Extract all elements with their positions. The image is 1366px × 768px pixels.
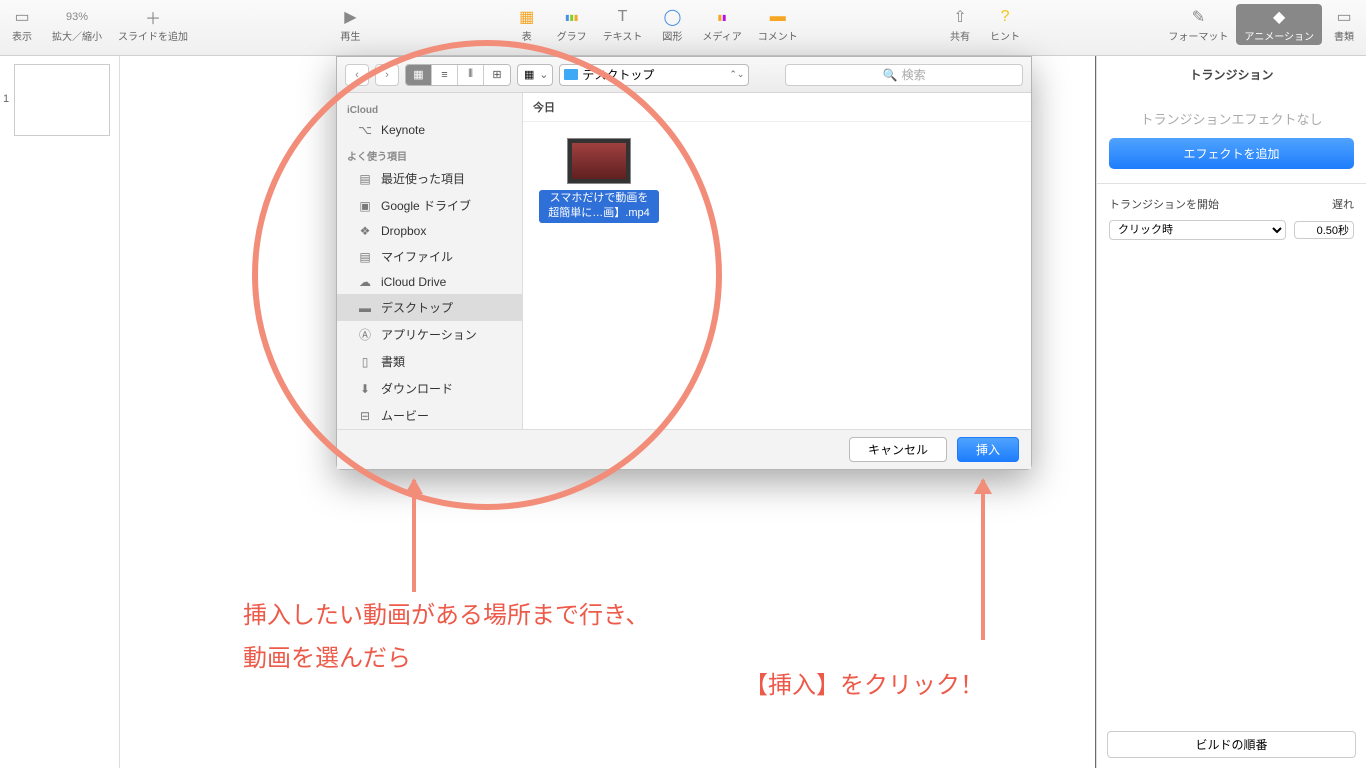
zoom-button[interactable]: 93%拡大／縮小 (44, 4, 110, 45)
group-by-select[interactable]: ▦ (517, 64, 553, 86)
files-icon: ▤ (357, 250, 373, 264)
sidebar-item-gdrive[interactable]: ▣Google ドライブ (337, 192, 522, 219)
search-input[interactable]: 🔍 検索 (785, 64, 1023, 86)
dialog-toolbar: ‹ › ▦ ≡ ⦀ ⊞ ▦ デスクトップ 🔍 検索 (337, 57, 1031, 93)
insert-button[interactable]: 挿入 (957, 437, 1019, 462)
app-toolbar: ▭表示 93%拡大／縮小 ＋スライドを追加 ▶再生 ▦表 ▮▮▮グラフ Tテキス… (0, 0, 1366, 56)
folder-icon: ▣ (357, 199, 373, 213)
slide-thumbnail[interactable]: 1 (14, 64, 110, 136)
file-item[interactable]: スマホだけで動画を超簡単に…画】.mp4 (539, 138, 659, 223)
document-button[interactable]: ▭書類 (1322, 4, 1366, 45)
recent-icon: ▤ (357, 172, 373, 186)
search-icon: 🔍 (883, 68, 898, 82)
animation-button[interactable]: ◆アニメーション (1236, 4, 1322, 45)
gallery-view-icon[interactable]: ⊞ (484, 65, 510, 85)
build-order-button[interactable]: ビルドの順番 (1107, 731, 1356, 758)
inspector-panel: トランジション トランジションエフェクトなし エフェクトを追加 トランジションを… (1096, 56, 1366, 768)
list-view-icon[interactable]: ≡ (432, 65, 458, 85)
transition-none-label: トランジションエフェクトなし (1097, 93, 1366, 138)
sidebar-item-docs[interactable]: ▯書類 (337, 348, 522, 375)
add-effect-button[interactable]: エフェクトを追加 (1109, 138, 1354, 169)
shape-button[interactable]: ◯図形 (650, 4, 694, 45)
inspector-title: トランジション (1097, 56, 1366, 93)
text-button[interactable]: Tテキスト (595, 4, 651, 45)
grid-icon: ▦ (524, 68, 534, 81)
hint-button[interactable]: ?ヒント (982, 4, 1028, 45)
annotation-text: 挿入したい動画がある場所まで行き、 動画を選んだら (243, 594, 649, 680)
nav-forward-button[interactable]: › (375, 64, 399, 86)
folder-icon (564, 69, 578, 80)
share-button[interactable]: ⇧共有 (938, 4, 982, 45)
slide-navigator[interactable]: 1 (0, 56, 120, 768)
start-transition-select[interactable]: クリック時 (1109, 220, 1286, 240)
sidebar-item-desktop[interactable]: ▬デスクトップ (337, 294, 522, 321)
delay-label: 遅れ (1332, 196, 1354, 212)
dropbox-icon: ❖ (357, 224, 373, 238)
nav-back-button[interactable]: ‹ (345, 64, 369, 86)
annotation-arrow (981, 480, 985, 640)
dialog-content: 今日 スマホだけで動画を超簡単に…画】.mp4 (523, 93, 1031, 429)
column-view-icon[interactable]: ⦀ (458, 65, 484, 85)
dialog-sidebar: iCloud ⌥Keynote よく使う項目 ▤最近使った項目 ▣Google … (337, 93, 523, 429)
sidebar-item-apps[interactable]: Ⓐアプリケーション (337, 321, 522, 348)
sidebar-item-iclouddrive[interactable]: ☁iCloud Drive (337, 270, 522, 294)
file-name-label: スマホだけで動画を超簡単に…画】.mp4 (539, 190, 659, 223)
dialog-footer: キャンセル 挿入 (337, 429, 1031, 469)
section-today: 今日 (523, 93, 1031, 122)
docs-icon: ▯ (357, 355, 373, 369)
slide-number: 1 (3, 93, 9, 105)
sidebar-item-movies[interactable]: ⊟ムービー (337, 402, 522, 429)
media-button[interactable]: ▮▮メディア (694, 4, 749, 45)
cancel-button[interactable]: キャンセル (849, 437, 947, 462)
keynote-icon: ⌥ (357, 123, 373, 137)
downloads-icon: ⬇ (357, 382, 373, 396)
video-thumbnail (567, 138, 631, 184)
icon-view-icon[interactable]: ▦ (406, 65, 432, 85)
delay-input[interactable] (1294, 221, 1354, 239)
chart-button[interactable]: ▮▮▮グラフ (549, 4, 595, 45)
sidebar-item-recent[interactable]: ▤最近使った項目 (337, 165, 522, 192)
view-mode-segment[interactable]: ▦ ≡ ⦀ ⊞ (405, 64, 511, 86)
add-slide-button[interactable]: ＋スライドを追加 (110, 4, 196, 45)
location-select[interactable]: デスクトップ (559, 64, 749, 86)
annotation-text: 【挿入】をクリック！ (744, 664, 984, 707)
favorites-header: よく使う項目 (337, 142, 522, 165)
icloud-header: iCloud (337, 99, 522, 118)
file-open-dialog: ‹ › ▦ ≡ ⦀ ⊞ ▦ デスクトップ 🔍 検索 iCloud ⌥Keynot… (336, 56, 1032, 470)
desktop-icon: ▬ (357, 301, 373, 315)
annotation-arrow (412, 480, 416, 592)
format-button[interactable]: ✎フォーマット (1160, 4, 1236, 45)
comment-button[interactable]: ▬コメント (750, 4, 806, 45)
play-button[interactable]: ▶再生 (328, 4, 372, 45)
apps-icon: Ⓐ (357, 326, 373, 343)
cloud-icon: ☁ (357, 275, 373, 289)
sidebar-item-keynote[interactable]: ⌥Keynote (337, 118, 522, 142)
table-button[interactable]: ▦表 (505, 4, 549, 45)
view-button[interactable]: ▭表示 (0, 4, 44, 45)
sidebar-item-downloads[interactable]: ⬇ダウンロード (337, 375, 522, 402)
movies-icon: ⊟ (357, 409, 373, 423)
sidebar-item-dropbox[interactable]: ❖Dropbox (337, 219, 522, 243)
start-transition-label: トランジションを開始 (1109, 196, 1324, 212)
sidebar-item-myfiles[interactable]: ▤マイファイル (337, 243, 522, 270)
